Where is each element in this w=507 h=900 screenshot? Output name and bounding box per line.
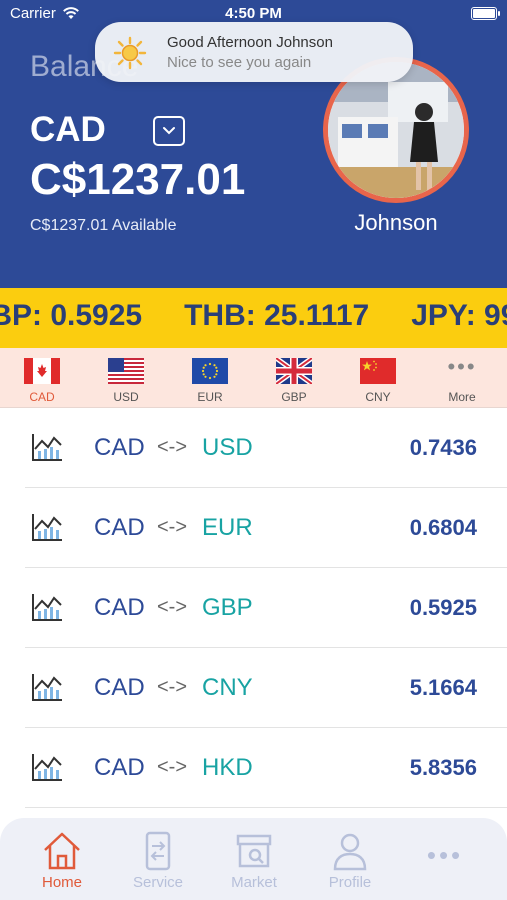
rate-quote-currency: CNY (202, 674, 253, 701)
user-name: Johnson (354, 210, 438, 235)
currency-dropdown-button[interactable] (153, 116, 185, 146)
rate-row[interactable]: CAD <-> USD 0.7436 (25, 408, 507, 488)
flag-label: USD (113, 390, 139, 404)
rate-quote-currency: GBP (202, 594, 253, 621)
rate-base-currency: CAD (94, 674, 145, 701)
flag-label: CNY (365, 390, 391, 404)
rate-value: 5.8356 (409, 755, 477, 780)
rate-arrow: <-> (157, 436, 188, 458)
rate-quote-currency: HKD (202, 754, 253, 781)
rate-arrow: <-> (157, 676, 188, 698)
bottom-tab-bar: Home Service Market Profile ••• (0, 818, 507, 900)
rate-base-currency: CAD (94, 514, 145, 541)
avatar-photo (328, 62, 464, 198)
more-icon: ••• (447, 354, 477, 379)
tab-label: Profile (328, 874, 372, 891)
service-icon (145, 831, 171, 871)
toast-subtitle: Nice to see you again (167, 54, 312, 71)
uk-flag-icon (276, 358, 312, 384)
rate-value: 0.7436 (409, 435, 477, 460)
sun-icon (113, 36, 147, 70)
eu-flag-icon (192, 358, 228, 384)
chart-icon (32, 434, 62, 461)
rate-row[interactable]: CAD <-> CNY 5.1664 (25, 648, 507, 728)
ticker-item: THB: 25.1117 (184, 299, 370, 332)
tab-label: Service (132, 874, 184, 891)
canada-flag-icon (24, 358, 60, 384)
greeting-toast[interactable]: Good Afternoon Johnson Nice to see you a… (95, 22, 413, 82)
rate-row[interactable]: CAD <-> GBP 0.5925 (25, 568, 507, 648)
tab-service[interactable]: Service (110, 818, 206, 900)
flag-item-cny[interactable]: CNY (336, 348, 420, 408)
tab-market[interactable]: Market (206, 818, 302, 900)
rate-quote-currency: EUR (202, 514, 253, 541)
ticker-item: GBP: 0.5925 (0, 299, 143, 332)
available-balance: C$1237.01 Available (30, 217, 177, 234)
flag-label: More (448, 390, 476, 404)
flag-item-eur[interactable]: EUR (168, 348, 252, 408)
rate-row[interactable]: CAD <-> HKD 5.8356 (25, 728, 507, 808)
chart-icon (32, 754, 62, 781)
battery-icon (471, 7, 500, 20)
tab-label: Home (41, 874, 82, 891)
rate-arrow: <-> (157, 516, 188, 538)
flag-label: EUR (197, 390, 223, 404)
rate-value: 0.5925 (409, 595, 477, 620)
status-time: 4:50 PM (225, 5, 282, 22)
rate-arrow: <-> (157, 756, 188, 778)
chart-icon (32, 514, 62, 541)
tab-label: Market (231, 874, 277, 891)
flag-item-usd[interactable]: USD (84, 348, 168, 408)
usa-flag-icon (108, 358, 144, 384)
flag-label: CAD (29, 390, 55, 404)
home-icon (44, 832, 80, 870)
rate-base-currency: CAD (94, 594, 145, 621)
flag-item-cad[interactable]: CAD (0, 348, 84, 408)
china-flag-icon (360, 358, 396, 384)
flag-label: GBP (281, 390, 307, 404)
rate-arrow: <-> (157, 596, 188, 618)
rate-quote-currency: USD (202, 434, 253, 461)
rate-row[interactable]: CAD <-> EUR 0.6804 (25, 488, 507, 568)
rate-base-currency: CAD (94, 434, 145, 461)
chart-icon (32, 594, 62, 621)
rate-value: 0.6804 (409, 515, 477, 540)
rate-value: 5.1664 (409, 675, 477, 700)
balance-amount: C$1237.01 (30, 155, 246, 204)
ticker-track: GBP: 0.5925 THB: 25.1117 JPY: 99.844 (0, 299, 507, 333)
chart-icon (32, 674, 62, 701)
toast-title: Good Afternoon Johnson (167, 34, 333, 51)
flag-item-more[interactable]: ••• More (420, 348, 504, 408)
tab-home[interactable]: Home (14, 818, 110, 900)
rate-ticker: GBP: 0.5925 THB: 25.1117 JPY: 99.844 (0, 288, 507, 348)
profile-icon (333, 833, 367, 871)
currency-flag-bar: CAD USD EUR GBP CNY ••• More (0, 348, 507, 408)
ticker-item: JPY: 99.844 (411, 299, 507, 332)
tab-profile[interactable]: Profile (302, 818, 398, 900)
rate-base-currency: CAD (94, 754, 145, 781)
balance-currency: CAD (30, 110, 106, 149)
more-tabs-icon[interactable]: ••• (420, 842, 470, 868)
flag-item-gbp[interactable]: GBP (252, 348, 336, 408)
chevron-down-icon (163, 127, 175, 135)
market-icon (236, 834, 272, 868)
